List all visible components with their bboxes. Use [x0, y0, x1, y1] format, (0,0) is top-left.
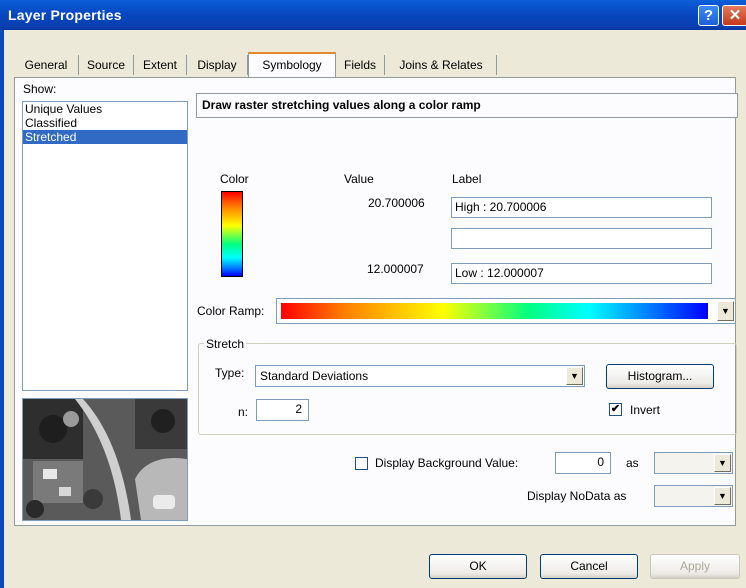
- background-as-label: as: [626, 456, 639, 470]
- cancel-button[interactable]: Cancel: [540, 554, 638, 579]
- color-ramp-preview: [281, 303, 708, 319]
- color-ramp-swatch[interactable]: [221, 191, 243, 277]
- stretch-type-value: Standard Deviations: [260, 369, 369, 383]
- tab-symbology[interactable]: Symbology: [248, 52, 336, 78]
- color-ramp-dropdown[interactable]: ▼: [276, 298, 736, 324]
- tab-display[interactable]: Display: [187, 55, 248, 75]
- tab-general[interactable]: General: [14, 55, 79, 75]
- chevron-down-icon[interactable]: ▼: [714, 454, 731, 472]
- low-label-field[interactable]: Low : 12.000007: [451, 263, 712, 284]
- tab-extent[interactable]: Extent: [134, 55, 187, 75]
- ok-button[interactable]: OK: [429, 554, 527, 579]
- help-button[interactable]: ?: [698, 5, 719, 26]
- background-value-checkbox[interactable]: [355, 457, 368, 470]
- raster-preview-image: [22, 398, 188, 521]
- background-value-label: Display Background Value:: [375, 456, 519, 470]
- tab-source[interactable]: Source: [79, 55, 134, 75]
- low-value: 12.000007: [367, 262, 424, 276]
- header-text: Draw raster stretching values along a co…: [202, 98, 481, 112]
- tab-fields[interactable]: Fields: [336, 55, 385, 75]
- symbology-header: Draw raster stretching values along a co…: [196, 93, 738, 118]
- close-button[interactable]: ✕: [722, 5, 746, 26]
- label-column-header: Label: [452, 172, 482, 186]
- title-bar: Layer Properties ? ✕: [0, 0, 746, 30]
- show-item-classified[interactable]: Classified: [23, 116, 187, 130]
- apply-button[interactable]: Apply: [650, 554, 740, 579]
- stretch-type-select[interactable]: Standard Deviations ▼: [255, 365, 585, 387]
- show-item-unique-values[interactable]: Unique Values: [23, 102, 187, 116]
- n-value-field[interactable]: 2: [256, 399, 309, 421]
- background-color-dropdown[interactable]: ▼: [654, 452, 733, 474]
- show-label: Show:: [23, 82, 57, 96]
- color-ramp-label: Color Ramp:: [197, 304, 265, 318]
- nodata-color-dropdown[interactable]: ▼: [654, 485, 733, 507]
- mid-label-field[interactable]: [451, 228, 712, 249]
- show-list[interactable]: Unique Values Classified Stretched: [22, 101, 188, 391]
- nodata-label: Display NoData as: [527, 489, 627, 503]
- stretch-type-label: Type:: [215, 366, 245, 380]
- window-title: Layer Properties: [8, 7, 122, 23]
- tab-joins-relates[interactable]: Joins & Relates: [386, 55, 497, 75]
- invert-checkbox[interactable]: ✔: [609, 403, 622, 416]
- chevron-down-icon[interactable]: ▼: [717, 301, 734, 321]
- color-column-header: Color: [220, 172, 249, 186]
- background-value-field[interactable]: 0: [555, 452, 611, 474]
- n-label: n:: [238, 405, 249, 419]
- stretch-group: [198, 343, 737, 435]
- histogram-button[interactable]: Histogram...: [606, 364, 714, 389]
- stretch-group-title: Stretch: [204, 337, 247, 351]
- value-column-header: Value: [344, 172, 374, 186]
- high-value: 20.700006: [368, 196, 425, 210]
- aerial-photo-thumbnail: [23, 399, 187, 520]
- chevron-down-icon[interactable]: ▼: [566, 367, 583, 385]
- invert-label: Invert: [630, 403, 661, 417]
- high-label-field[interactable]: High : 20.700006: [451, 197, 712, 218]
- window-frame: [0, 30, 4, 588]
- show-item-stretched[interactable]: Stretched: [23, 130, 187, 144]
- chevron-down-icon[interactable]: ▼: [714, 487, 731, 505]
